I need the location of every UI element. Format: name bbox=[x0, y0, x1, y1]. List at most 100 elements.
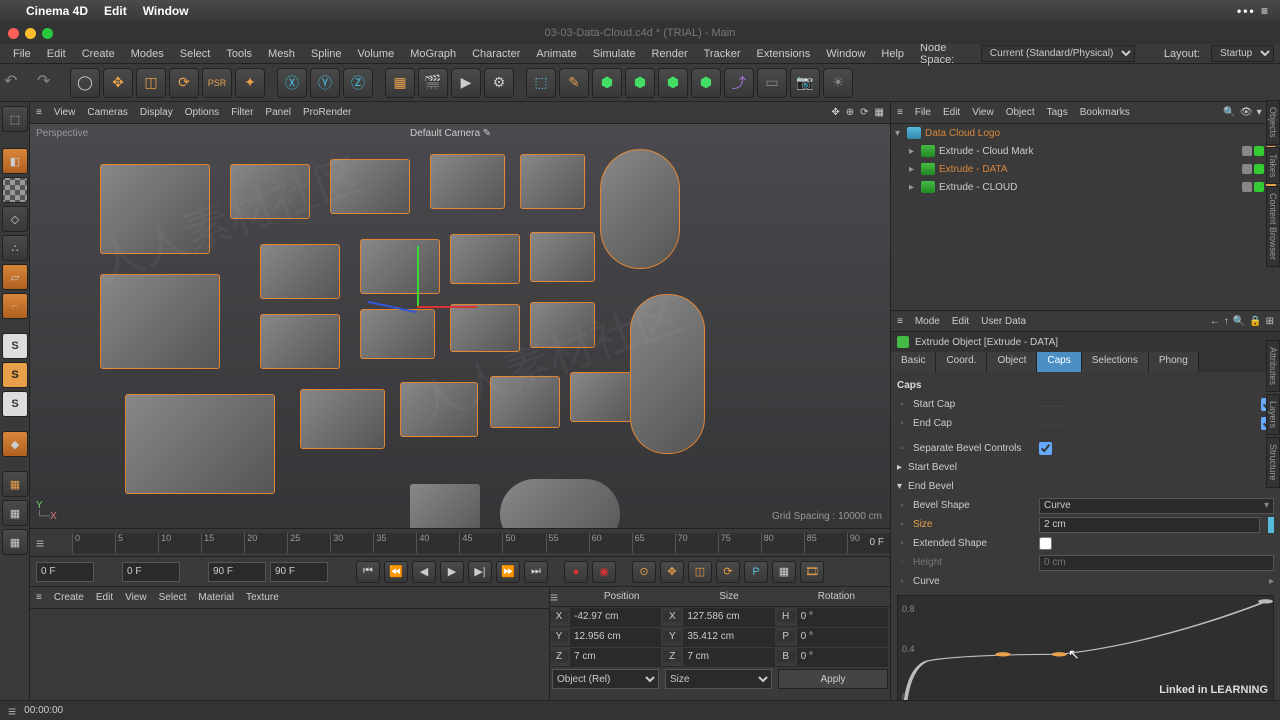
key-opt6-icon[interactable]: ▦ bbox=[772, 561, 796, 583]
om-view[interactable]: View bbox=[972, 107, 994, 118]
mat-material[interactable]: Material bbox=[198, 592, 234, 603]
locked-icon[interactable]: ✦ bbox=[235, 68, 265, 98]
goto-end-icon[interactable]: ⏭ bbox=[524, 561, 548, 583]
om-bookmarks[interactable]: Bookmarks bbox=[1080, 107, 1130, 118]
size-field[interactable]: 2 cm bbox=[1039, 517, 1260, 533]
undo-icon[interactable]: ↶ bbox=[4, 71, 28, 95]
vis-tag-icon[interactable] bbox=[1254, 146, 1264, 156]
attr-search-icon[interactable]: 🔍 bbox=[1233, 316, 1245, 327]
vp-options[interactable]: Options bbox=[185, 107, 219, 118]
size-y-field[interactable]: 35.412 cm bbox=[683, 628, 774, 646]
apply-button[interactable]: Apply bbox=[778, 669, 888, 689]
coord-mode-select[interactable]: Object (Rel) bbox=[552, 669, 659, 689]
range-end2-field[interactable]: 90 F bbox=[270, 562, 328, 582]
menu-mograph[interactable]: MoGraph bbox=[403, 46, 463, 62]
vp-nav4-icon[interactable]: ▦ bbox=[875, 107, 884, 118]
om-object[interactable]: Object bbox=[1006, 107, 1035, 118]
menu-select[interactable]: Select bbox=[173, 46, 218, 62]
key-opt2-icon[interactable]: ✥ bbox=[660, 561, 684, 583]
settings-icon[interactable]: ⚙ bbox=[484, 68, 514, 98]
redo-icon[interactable]: ↷ bbox=[37, 71, 61, 95]
mac-status-icons[interactable]: ••• ≡ bbox=[1237, 4, 1270, 18]
next-key-icon[interactable]: ⏩ bbox=[496, 561, 520, 583]
am-userdata[interactable]: User Data bbox=[981, 316, 1026, 327]
sidetab-takes[interactable]: Takes bbox=[1266, 147, 1280, 185]
tab-coord[interactable]: Coord. bbox=[936, 352, 987, 372]
menu-tools[interactable]: Tools bbox=[219, 46, 259, 62]
attr-lock-icon[interactable]: 🔒 bbox=[1249, 316, 1261, 327]
vis-tag-icon[interactable] bbox=[1254, 182, 1264, 192]
workplane-icon[interactable]: ◇ bbox=[2, 206, 28, 232]
size-z-field[interactable]: 7 cm bbox=[683, 648, 774, 666]
tag-icon[interactable] bbox=[1242, 146, 1252, 156]
status-menu-icon[interactable]: ≡ bbox=[8, 703, 16, 719]
sidetab-content[interactable]: Content Browser bbox=[1266, 186, 1280, 267]
menu-window[interactable]: Window bbox=[819, 46, 872, 62]
cube-icon[interactable]: ⬚ bbox=[526, 68, 556, 98]
generator3-icon[interactable]: ⬢ bbox=[658, 68, 688, 98]
history-back-icon[interactable]: ← bbox=[1210, 316, 1220, 327]
om-tags[interactable]: Tags bbox=[1047, 107, 1068, 118]
coord-menu-icon[interactable]: ≡ bbox=[550, 589, 568, 605]
rot-h-field[interactable]: 0 ° bbox=[797, 608, 888, 626]
objmgr-menu-icon[interactable]: ≡ bbox=[897, 107, 903, 118]
timeline-ruler[interactable]: 05 1015 2025 3035 4045 5055 6065 7075 80… bbox=[72, 533, 890, 553]
window-controls[interactable] bbox=[0, 28, 53, 39]
object-mode-icon[interactable]: ◧ bbox=[2, 148, 28, 174]
menu-mesh[interactable]: Mesh bbox=[261, 46, 302, 62]
polys-icon[interactable]: ⌐ bbox=[2, 293, 28, 319]
live-select-icon[interactable]: ◯ bbox=[70, 68, 100, 98]
tab-phong[interactable]: Phong bbox=[1149, 352, 1199, 372]
x-axis-icon[interactable]: Ⓧ bbox=[277, 68, 307, 98]
range-start-field[interactable]: 0 F bbox=[36, 562, 94, 582]
sidetab-objects[interactable]: Objects bbox=[1266, 100, 1280, 145]
key-opt5-icon[interactable]: P bbox=[744, 561, 768, 583]
scale-icon[interactable]: ◫ bbox=[136, 68, 166, 98]
separate-bevel-checkbox[interactable] bbox=[1039, 442, 1052, 455]
extended-shape-checkbox[interactable] bbox=[1039, 537, 1052, 550]
am-mode[interactable]: Mode bbox=[915, 316, 940, 327]
material-menu-icon[interactable]: ≡ bbox=[36, 592, 42, 603]
mat-select[interactable]: Select bbox=[159, 592, 187, 603]
obj-name[interactable]: Extrude - Cloud Mark bbox=[939, 146, 1242, 157]
current-frame-field[interactable]: 0 F bbox=[122, 562, 180, 582]
mac-edit[interactable]: Edit bbox=[104, 4, 127, 18]
om-filter-icon[interactable]: ▾ bbox=[1257, 107, 1262, 118]
vp-display[interactable]: Display bbox=[140, 107, 173, 118]
pen-icon[interactable]: ✎ bbox=[559, 68, 589, 98]
tab-object[interactable]: Object bbox=[987, 352, 1037, 372]
app-name[interactable]: Cinema 4D bbox=[26, 4, 88, 18]
bend-icon[interactable]: ⤴ bbox=[724, 68, 754, 98]
mat-texture[interactable]: Texture bbox=[246, 592, 279, 603]
sidetab-attributes[interactable]: Attributes bbox=[1266, 340, 1280, 392]
play-forward-icon[interactable]: ▶ bbox=[440, 561, 464, 583]
rotate-icon[interactable]: ⟳ bbox=[169, 68, 199, 98]
vp-cameras[interactable]: Cameras bbox=[87, 107, 128, 118]
grid3-icon[interactable]: ▦ bbox=[2, 529, 28, 555]
expand-icon[interactable]: ▸ bbox=[909, 146, 921, 157]
floor-icon[interactable]: ▭ bbox=[757, 68, 787, 98]
attr-new-icon[interactable]: ⊞ bbox=[1266, 316, 1274, 327]
menu-extensions[interactable]: Extensions bbox=[749, 46, 817, 62]
rot-p-field[interactable]: 0 ° bbox=[797, 628, 888, 646]
obj-name[interactable]: Extrude - DATA bbox=[939, 164, 1242, 175]
pos-x-field[interactable]: -42.97 cm bbox=[570, 608, 661, 626]
rot-b-field[interactable]: 0 ° bbox=[797, 648, 888, 666]
vp-filter[interactable]: Filter bbox=[231, 107, 253, 118]
size-x-field[interactable]: 127.586 cm bbox=[683, 608, 774, 626]
prev-key-icon[interactable]: ⏪ bbox=[384, 561, 408, 583]
curve-expand-icon[interactable]: ▸ bbox=[1269, 576, 1274, 587]
goto-start-icon[interactable]: ⏮ bbox=[356, 561, 380, 583]
minimize-icon[interactable] bbox=[25, 28, 36, 39]
camera-icon[interactable]: 📷 bbox=[790, 68, 820, 98]
next-frame-icon[interactable]: ▶| bbox=[468, 561, 492, 583]
menu-character[interactable]: Character bbox=[465, 46, 527, 62]
menu-simulate[interactable]: Simulate bbox=[586, 46, 643, 62]
object-tree[interactable]: ▾ Data Cloud Logo ▸ Extrude - Cloud Mark… bbox=[891, 124, 1280, 310]
sidetab-layers[interactable]: Layers bbox=[1266, 394, 1280, 435]
sidetab-structure[interactable]: Structure bbox=[1266, 437, 1280, 488]
edges-icon[interactable]: ▱ bbox=[2, 264, 28, 290]
vp-panel[interactable]: Panel bbox=[265, 107, 291, 118]
generator2-icon[interactable]: ⬢ bbox=[625, 68, 655, 98]
z-axis-icon[interactable]: Ⓩ bbox=[343, 68, 373, 98]
